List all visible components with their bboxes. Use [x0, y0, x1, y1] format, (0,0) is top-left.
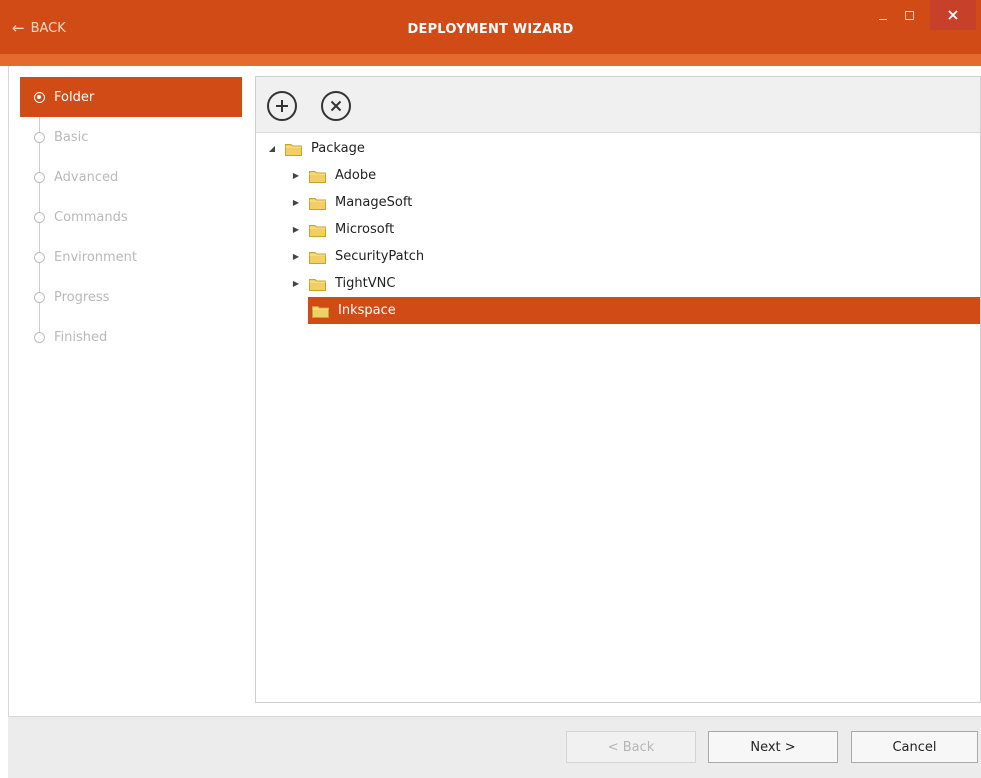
folder-icon: [309, 197, 326, 210]
step-label: Folder: [54, 89, 95, 105]
tree-node-tightvnc[interactable]: ▶ TightVNC: [256, 270, 980, 297]
step-indicator-icon: [34, 292, 45, 303]
close-icon: [948, 10, 958, 20]
step-progress[interactable]: Progress: [20, 277, 242, 317]
step-finished[interactable]: Finished: [20, 317, 242, 357]
folder-icon: [309, 251, 326, 264]
folder-icon: [309, 224, 326, 237]
minimize-button[interactable]: [870, 0, 896, 30]
step-label: Environment: [54, 249, 138, 265]
cancel-button[interactable]: Cancel: [851, 731, 978, 763]
folder-icon: [285, 143, 302, 156]
expand-arrow-icon[interactable]: ▶: [291, 225, 301, 234]
wizard-steps: Folder Basic Advanced Commands Environme…: [20, 77, 242, 357]
step-indicator-icon: [34, 92, 45, 103]
step-label: Basic: [54, 129, 89, 145]
step-indicator-icon: [34, 212, 45, 223]
add-folder-button[interactable]: [267, 91, 297, 121]
maximize-button[interactable]: [896, 0, 922, 30]
delete-folder-button[interactable]: [321, 91, 351, 121]
tree-node-managesoft[interactable]: ▶ ManageSoft: [256, 189, 980, 216]
plus-circle-icon: [276, 100, 288, 112]
tree-node-securitypatch[interactable]: ▶ SecurityPatch: [256, 243, 980, 270]
folder-icon: [309, 170, 326, 183]
folder-tree[interactable]: ◢ Package ▶ Adobe ▶ ManageSoft ▶ Microso…: [256, 135, 980, 324]
tree-node-label: SecurityPatch: [335, 249, 425, 264]
tree-node-microsoft[interactable]: ▶ Microsoft: [256, 216, 980, 243]
step-label: Commands: [54, 209, 128, 225]
tree-node-adobe[interactable]: ▶ Adobe: [256, 162, 980, 189]
collapse-arrow-icon[interactable]: ◢: [267, 144, 277, 153]
next-button[interactable]: Next >: [708, 731, 838, 763]
tree-toolbar: [256, 77, 980, 133]
tree-node-label: Adobe: [335, 168, 377, 183]
step-indicator-icon: [34, 332, 45, 343]
expand-arrow-icon[interactable]: ▶: [291, 171, 301, 180]
folder-icon: [309, 278, 326, 291]
step-commands[interactable]: Commands: [20, 197, 242, 237]
folder-tree-panel: ◢ Package ▶ Adobe ▶ ManageSoft ▶ Microso…: [255, 76, 981, 703]
title-bar: ← BACK DEPLOYMENT WIZARD: [0, 0, 981, 66]
tree-node-inkspace[interactable]: Inkspace: [308, 297, 980, 324]
maximize-icon: [904, 10, 914, 20]
tree-node-label: Microsoft: [335, 222, 395, 237]
step-folder[interactable]: Folder: [20, 77, 242, 117]
tree-node-label: ManageSoft: [335, 195, 413, 210]
folder-icon: [312, 305, 329, 318]
tree-node-label: Inkspace: [338, 303, 396, 318]
step-label: Advanced: [54, 169, 119, 185]
expand-arrow-icon[interactable]: ▶: [291, 252, 301, 261]
x-circle-icon: [330, 100, 342, 112]
back-button[interactable]: < Back: [566, 731, 696, 763]
tree-node-label: Package: [311, 141, 365, 156]
minimize-icon: [879, 18, 887, 20]
close-button[interactable]: [930, 0, 976, 30]
step-label: Progress: [54, 289, 110, 305]
step-basic[interactable]: Basic: [20, 117, 242, 157]
expand-arrow-icon[interactable]: ▶: [291, 279, 301, 288]
expand-arrow-icon[interactable]: ▶: [291, 198, 301, 207]
step-environment[interactable]: Environment: [20, 237, 242, 277]
step-indicator-icon: [34, 252, 45, 263]
tree-node-label: TightVNC: [335, 276, 396, 291]
step-advanced[interactable]: Advanced: [20, 157, 242, 197]
step-indicator-icon: [34, 172, 45, 183]
step-indicator-icon: [34, 132, 45, 143]
tree-node-package[interactable]: ◢ Package: [256, 135, 980, 162]
title-bar-accent-strip: [0, 54, 981, 66]
window-title: DEPLOYMENT WIZARD: [407, 22, 574, 37]
step-label: Finished: [54, 329, 108, 345]
